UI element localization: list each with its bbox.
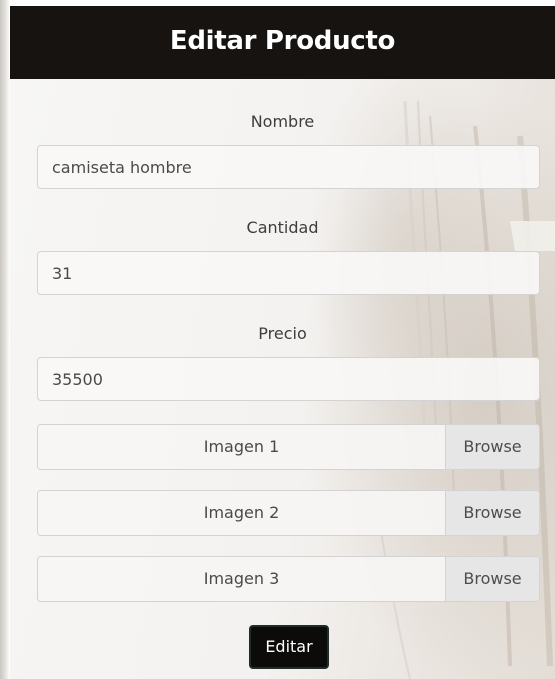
imagen-1-label: Imagen 1 [203, 437, 280, 456]
imagen-3-label: Imagen 3 [203, 569, 280, 588]
card-header: Editar Producto [10, 6, 555, 79]
imagen-1-browse-button[interactable]: Browse [445, 425, 539, 469]
nombre-input[interactable] [37, 145, 540, 189]
edit-product-card: Editar Producto Nombre Cantidad Precio I… [10, 6, 555, 679]
imagen-1-file-input[interactable]: Imagen 1 Browse [37, 424, 540, 470]
imagen-3-browse-button[interactable]: Browse [445, 557, 539, 601]
imagen-2-file-input[interactable]: Imagen 2 Browse [37, 490, 540, 536]
imagen-2-browse-button[interactable]: Browse [445, 491, 539, 535]
editar-button[interactable]: Editar [249, 625, 329, 669]
cantidad-label: Cantidad [246, 218, 319, 237]
window-edge [0, 0, 10, 679]
page-title: Editar Producto [169, 25, 396, 56]
precio-label: Precio [258, 324, 307, 343]
precio-input[interactable] [37, 357, 540, 401]
nombre-label: Nombre [250, 112, 315, 131]
imagen-2-label: Imagen 2 [203, 503, 280, 522]
imagen-3-file-input[interactable]: Imagen 3 Browse [37, 556, 540, 602]
page: Editar Producto Nombre Cantidad Precio I… [0, 0, 555, 679]
cantidad-input[interactable] [37, 251, 540, 295]
